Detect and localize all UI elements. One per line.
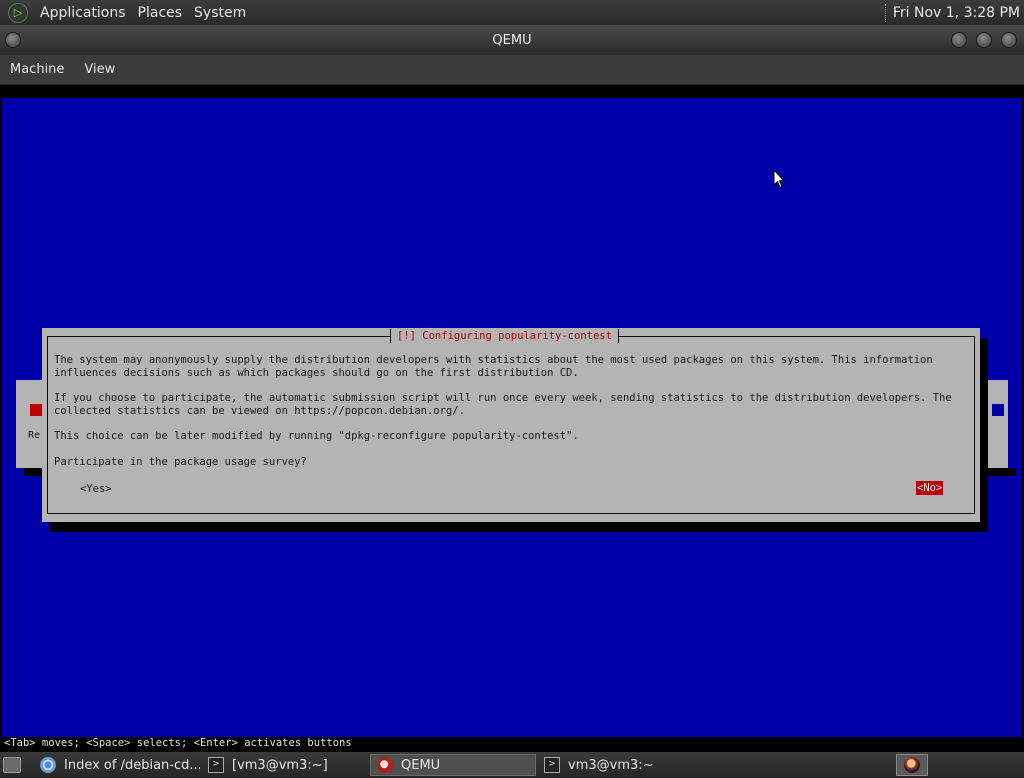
applications-menu-label: Applications: [40, 4, 126, 21]
task-terminal-1[interactable]: > [vm3@vm3:~]: [202, 754, 368, 776]
task-label: Index of /debian-cd...: [64, 757, 200, 773]
view-menu[interactable]: View: [74, 62, 125, 77]
places-menu[interactable]: Places: [132, 5, 189, 21]
workspace-switcher[interactable]: [896, 754, 928, 776]
guest-display[interactable]: Re [!] Configuring popularity-contest Th…: [0, 85, 1024, 752]
applications-menu[interactable]: ▷ Applications: [0, 0, 132, 25]
keyboard-hint: <Tab> moves; <Space> selects; <Enter> ac…: [4, 737, 352, 749]
task-label: [vm3@vm3:~]: [232, 757, 328, 773]
background-highlight: [30, 404, 42, 416]
panel-clock[interactable]: Fri Nov 1, 3:28 PM: [893, 5, 1024, 21]
popularity-contest-dialog: [!] Configuring popularity-contest The s…: [42, 328, 980, 522]
background-scrollbar: [992, 404, 1004, 416]
dialog-paragraph-stats: The system may anonymously supply the di…: [54, 354, 933, 379]
task-chrome[interactable]: Index of /debian-cd...: [34, 754, 200, 776]
close-icon[interactable]: [1001, 32, 1017, 48]
dialog-paragraph-reconfigure: This choice can be later modified by run…: [54, 430, 579, 442]
installer-screen: Re [!] Configuring popularity-contest Th…: [2, 98, 1022, 749]
distro-logo-icon: ▷: [8, 2, 28, 23]
firefox-icon: [904, 757, 920, 773]
mouse-pointer-icon: [773, 169, 785, 189]
no-button[interactable]: <No>: [916, 481, 944, 495]
terminal-icon: >: [544, 757, 560, 773]
maximize-icon[interactable]: [976, 32, 992, 48]
panel-separator: [884, 3, 887, 22]
qemu-icon: [377, 757, 393, 773]
dialog-title: [!] Configuring popularity-contest: [390, 329, 619, 343]
task-qemu[interactable]: QEMU: [370, 754, 536, 776]
window-titlebar[interactable]: QEMU: [0, 25, 1024, 55]
task-label: vm3@vm3:~: [568, 757, 654, 773]
qemu-menubar: Machine View: [0, 55, 1024, 85]
minimize-icon[interactable]: [951, 32, 967, 48]
window-title: QEMU: [492, 32, 532, 48]
dialog-question: Participate in the package usage survey?: [54, 456, 307, 468]
background-dialog-label: Re: [28, 430, 41, 441]
window-menu-icon[interactable]: [5, 32, 21, 48]
show-desktop-icon[interactable]: [3, 757, 21, 773]
task-terminal-2[interactable]: > vm3@vm3:~: [538, 754, 704, 776]
terminal-icon: >: [208, 757, 224, 773]
machine-menu[interactable]: Machine: [0, 62, 74, 77]
task-label: QEMU: [401, 757, 441, 773]
top-panel: ▷ Applications Places System Fri Nov 1, …: [0, 0, 1024, 25]
dialog-paragraph-schedule: If you choose to participate, the automa…: [54, 392, 952, 417]
chrome-icon: [40, 757, 56, 773]
yes-button[interactable]: <Yes>: [79, 482, 113, 496]
system-menu[interactable]: System: [188, 5, 252, 21]
bottom-taskbar: Index of /debian-cd... > [vm3@vm3:~] QEM…: [0, 752, 1024, 778]
